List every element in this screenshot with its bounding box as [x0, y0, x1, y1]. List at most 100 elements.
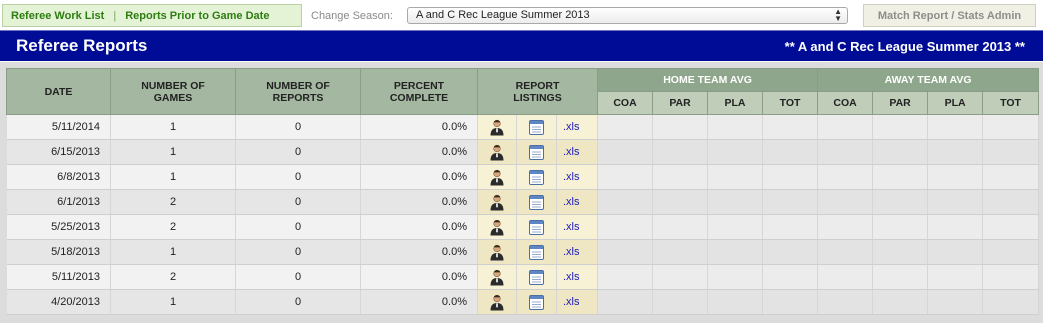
away-pla	[927, 114, 984, 140]
xls-download-link[interactable]: .xls	[563, 171, 580, 183]
home-coa	[597, 289, 654, 315]
xls-cell: .xls	[556, 289, 599, 315]
home-coa	[597, 114, 654, 140]
away-par	[872, 264, 929, 290]
xls-download-link[interactable]: .xls	[563, 246, 580, 258]
col-number-of-reports: NUMBER OF REPORTS	[235, 68, 361, 115]
home-par	[652, 164, 709, 190]
report-window-icon	[529, 219, 544, 235]
report-window-link[interactable]	[516, 189, 557, 215]
row-reports: 0	[235, 264, 361, 290]
away-tot	[982, 239, 1040, 265]
report-window-link[interactable]	[516, 164, 557, 190]
home-tot	[762, 139, 819, 165]
away-coa-header: COA	[817, 91, 874, 115]
home-coa	[597, 239, 654, 265]
season-select[interactable]: A and C Rec League Summer 2013 ▲ ▼	[407, 7, 848, 24]
report-window-link[interactable]	[516, 264, 557, 290]
away-coa	[817, 139, 874, 165]
row-percent: 0.0%	[360, 214, 478, 240]
referee-report-link[interactable]	[477, 214, 517, 240]
away-coa	[817, 289, 874, 315]
home-pla	[707, 239, 764, 265]
row-percent: 0.0%	[360, 289, 478, 315]
report-window-link[interactable]	[516, 114, 557, 140]
row-reports: 0	[235, 289, 361, 315]
report-window-link[interactable]	[516, 214, 557, 240]
referee-report-link[interactable]	[477, 264, 517, 290]
xls-download-link[interactable]: .xls	[563, 196, 580, 208]
referee-work-list-link[interactable]: Referee Work List	[11, 10, 104, 22]
away-tot-header: TOT	[982, 91, 1040, 115]
home-pla	[707, 264, 764, 290]
away-pla	[927, 214, 984, 240]
row-reports: 0	[235, 239, 361, 265]
col-number-of-games: NUMBER OF GAMES	[110, 68, 236, 115]
xls-download-link[interactable]: .xls	[563, 296, 580, 308]
home-tot	[762, 289, 819, 315]
home-pla	[707, 139, 764, 165]
row-percent: 0.0%	[360, 114, 478, 140]
row-date: 5/11/2014	[6, 114, 111, 140]
home-par	[652, 264, 709, 290]
row-reports: 0	[235, 189, 361, 215]
col-listings-line2: LISTINGS	[513, 91, 562, 104]
row-percent: 0.0%	[360, 189, 478, 215]
top-nav-bar: Referee Work List | Reports Prior to Gam…	[0, 0, 1043, 30]
home-coa	[597, 214, 654, 240]
xls-cell: .xls	[556, 114, 599, 140]
row-games: 1	[110, 289, 236, 315]
referee-report-link[interactable]	[477, 114, 517, 140]
report-window-link[interactable]	[516, 139, 557, 165]
col-reports-line2: REPORTS	[272, 91, 324, 104]
away-par	[872, 214, 929, 240]
match-report-stats-admin-button[interactable]: Match Report / Stats Admin	[863, 4, 1036, 27]
home-par	[652, 239, 709, 265]
xls-download-link[interactable]: .xls	[563, 221, 580, 233]
home-pla	[707, 214, 764, 240]
referee-report-link[interactable]	[477, 164, 517, 190]
away-pla	[927, 189, 984, 215]
away-coa	[817, 114, 874, 140]
referee-report-link[interactable]	[477, 189, 517, 215]
away-par	[872, 189, 929, 215]
table-row: 5/11/2014 1 0 0.0% .xls	[6, 114, 1040, 140]
away-par	[872, 139, 929, 165]
away-coa	[817, 239, 874, 265]
col-report-listings: REPORT LISTINGS	[476, 68, 599, 115]
table-row: 6/15/2013 1 0 0.0% .xls	[6, 139, 1040, 165]
xls-download-link[interactable]: .xls	[563, 271, 580, 283]
reports-prior-link[interactable]: Reports Prior to Game Date	[125, 10, 269, 22]
table-row: 5/18/2013 1 0 0.0% .xls	[6, 239, 1040, 265]
report-table-container: DATE NUMBER OF GAMES NUMBER OF REPORTS P…	[0, 62, 1043, 323]
referee-report-link[interactable]	[477, 239, 517, 265]
referee-report-table: DATE NUMBER OF GAMES NUMBER OF REPORTS P…	[6, 68, 1040, 315]
away-par	[872, 289, 929, 315]
away-coa	[817, 214, 874, 240]
report-window-link[interactable]	[516, 239, 557, 265]
row-reports: 0	[235, 114, 361, 140]
nav-links-panel: Referee Work List | Reports Prior to Gam…	[2, 4, 302, 27]
away-coa	[817, 189, 874, 215]
home-coa	[597, 264, 654, 290]
row-date: 6/1/2013	[6, 189, 111, 215]
page-header: Referee Reports ** A and C Rec League Su…	[0, 30, 1043, 61]
home-pla	[707, 189, 764, 215]
col-games-line1: NUMBER OF	[141, 79, 205, 92]
away-coa	[817, 264, 874, 290]
referee-report-link[interactable]	[477, 289, 517, 315]
report-window-icon	[529, 194, 544, 210]
referee-person-icon	[490, 244, 504, 260]
home-tot	[762, 239, 819, 265]
away-tot	[982, 289, 1040, 315]
table-row: 6/8/2013 1 0 0.0% .xls	[6, 164, 1040, 190]
report-window-link[interactable]	[516, 289, 557, 315]
referee-report-link[interactable]	[477, 139, 517, 165]
row-reports: 0	[235, 139, 361, 165]
xls-download-link[interactable]: .xls	[563, 146, 580, 158]
xls-download-link[interactable]: .xls	[563, 121, 580, 133]
home-par	[652, 289, 709, 315]
referee-person-icon	[490, 119, 504, 135]
col-percent-complete: PERCENT COMPLETE	[360, 68, 478, 115]
home-par-header: PAR	[652, 91, 709, 115]
